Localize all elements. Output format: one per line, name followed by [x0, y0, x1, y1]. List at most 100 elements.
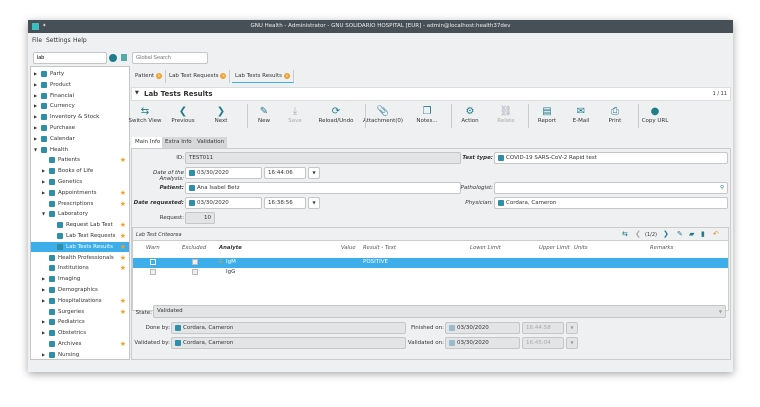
sidebar-item-inventory-stock[interactable]: ▶ Inventory & Stock: [31, 112, 129, 122]
expander-icon[interactable]: ▶: [34, 80, 37, 90]
favorite-star-icon[interactable]: ★: [120, 307, 126, 317]
requested-time-field[interactable]: 16:38:56: [264, 197, 306, 209]
expander-icon[interactable]: ▶: [42, 285, 45, 295]
search-go-icon[interactable]: [109, 54, 117, 62]
next-button[interactable]: ❯ Next: [201, 106, 241, 124]
request-field[interactable]: 10: [185, 212, 215, 224]
close-icon[interactable]: ×: [220, 73, 227, 79]
sidebar-item-product[interactable]: ▶ Product: [31, 80, 129, 90]
expander-icon[interactable]: ▶: [34, 101, 37, 111]
reload-undo-button[interactable]: ⟳ Reload/Undo: [316, 106, 356, 124]
col-lower-limit[interactable]: Lower Limit: [470, 245, 501, 251]
warn-checkbox[interactable]: [150, 269, 156, 275]
close-icon[interactable]: ×: [283, 73, 290, 79]
excluded-checkbox[interactable]: [192, 269, 198, 275]
previous-icon[interactable]: ❮: [635, 230, 641, 238]
save-button[interactable]: ⤓ Save: [275, 106, 315, 124]
collapse-icon[interactable]: ▼: [135, 90, 139, 96]
expander-icon[interactable]: ▶: [42, 166, 45, 176]
print-button[interactable]: ⎙ Print: [595, 106, 635, 124]
open-icon[interactable]: ▰: [689, 230, 694, 238]
favorite-star-icon[interactable]: ★: [120, 263, 126, 273]
patient-field[interactable]: Ana Isabel Betz: [185, 182, 461, 194]
expander-icon[interactable]: ▼: [42, 209, 45, 219]
sidebar-item-imaging[interactable]: ▶ Imaging: [31, 274, 129, 284]
col-remarks[interactable]: Remarks: [650, 245, 673, 251]
favorite-star-icon[interactable]: ★: [120, 242, 126, 252]
global-search-input[interactable]: [132, 52, 208, 64]
sidebar-item-laboratory[interactable]: ▼ Laboratory: [31, 209, 129, 219]
sidebar-item-lab-tests-results[interactable]: Lab Tests Results ★: [31, 241, 129, 252]
switch-view-icon[interactable]: ⇆: [622, 230, 628, 238]
test-type-field[interactable]: COVID-19 SARS-CoV-2 Rapid test: [494, 152, 728, 164]
expander-icon[interactable]: ▶: [42, 328, 45, 338]
pin-icon[interactable]: ✦: [42, 20, 47, 33]
tab-validation[interactable]: Validation: [194, 137, 228, 148]
sidebar-item-obstetrics[interactable]: ▶ Obstetrics: [31, 328, 129, 338]
previous-button[interactable]: ❮ Previous: [163, 106, 203, 124]
expander-icon[interactable]: ▶: [42, 274, 45, 284]
action-button[interactable]: ⚙ Action: [450, 106, 490, 124]
expander-icon[interactable]: ▶: [42, 177, 45, 187]
next-icon[interactable]: ❯: [663, 230, 669, 238]
sidebar-item-institutions[interactable]: Institutions ★: [31, 263, 129, 273]
col-result-text[interactable]: Result - Text: [363, 245, 396, 251]
dropdown-icon[interactable]: ▼: [308, 167, 320, 179]
sidebar-item-pediatrics[interactable]: ▶ Pediatrics: [31, 317, 129, 327]
expander-icon[interactable]: ▶: [42, 317, 45, 327]
sidebar-item-nursing[interactable]: ▶ Nursing: [31, 350, 129, 359]
validated-by-field[interactable]: Cordara, Cameron: [171, 337, 406, 349]
delete-icon[interactable]: ▮: [701, 230, 705, 238]
expander-icon[interactable]: ▼: [34, 145, 37, 155]
sidebar-item-purchase[interactable]: ▶ Purchase: [31, 123, 129, 133]
finished-date-field[interactable]: 03/30/2020: [445, 322, 520, 334]
relate-button[interactable]: ⛓ Relate: [486, 106, 526, 124]
undo-icon[interactable]: ↶: [713, 230, 719, 238]
analysis-date-field[interactable]: 03/30/2020: [185, 167, 262, 179]
dropdown-icon[interactable]: ▼: [566, 337, 578, 349]
expander-icon[interactable]: ▶: [34, 123, 37, 133]
favorite-star-icon[interactable]: ★: [120, 231, 126, 241]
dropdown-icon[interactable]: ▼: [566, 322, 578, 334]
col-warn[interactable]: Warn: [146, 245, 160, 251]
favorite-star-icon[interactable]: ★: [120, 339, 126, 349]
analysis-time-field[interactable]: 16:44:06: [264, 167, 306, 179]
expander-icon[interactable]: ▶: [34, 69, 37, 79]
col-upper-limit[interactable]: Upper Limit: [539, 245, 570, 251]
done-by-field[interactable]: Cordara, Cameron: [171, 322, 406, 334]
expander-icon[interactable]: ▶: [42, 296, 45, 306]
expander-icon[interactable]: ▶: [34, 91, 37, 101]
sidebar-item-patients[interactable]: Patients ★: [31, 155, 129, 165]
physician-field[interactable]: Cordara, Cameron: [494, 197, 728, 209]
favorite-star-icon[interactable]: ★: [120, 253, 126, 263]
sidebar-item-health-professionals[interactable]: Health Professionals ★: [31, 253, 129, 263]
attachment-button[interactable]: 📎 Attachment(0): [363, 106, 403, 124]
tab-main-info[interactable]: Main Info: [132, 137, 164, 148]
id-field[interactable]: TEST011: [185, 152, 461, 164]
sidebar-item-currency[interactable]: ▶ Currency: [31, 101, 129, 111]
favorite-star-icon[interactable]: ★: [120, 220, 126, 230]
favorite-star-icon[interactable]: ★: [120, 188, 126, 198]
warn-checkbox[interactable]: [150, 259, 156, 265]
requested-date-field[interactable]: 03/30/2020: [185, 197, 262, 209]
switch-view-button[interactable]: ⇆ Switch View: [125, 106, 165, 124]
sidebar-item-hospitalizations[interactable]: ▶ Hospitalizations ★: [31, 296, 129, 306]
sidebar-item-surgeries[interactable]: Surgeries ★: [31, 307, 129, 317]
sidebar-item-calendar[interactable]: ▶ Calendar: [31, 134, 129, 144]
sidebar-item-prescriptions[interactable]: Prescriptions ★: [31, 199, 129, 209]
menu-help[interactable]: Help: [73, 37, 87, 44]
notes-button[interactable]: ❐ Notes...: [407, 106, 447, 124]
sidebar-item-demographics[interactable]: ▶ Demographics: [31, 285, 129, 295]
tab-patient[interactable]: Patient ×: [132, 70, 167, 83]
close-icon[interactable]: ×: [156, 73, 163, 79]
tab-extra-info[interactable]: Extra Info: [162, 137, 195, 148]
validated-date-field[interactable]: 03/30/2020: [445, 337, 520, 349]
col-excluded[interactable]: Excluded: [182, 245, 206, 251]
sidebar-item-appointments[interactable]: ▶ Appointments ★: [31, 188, 129, 198]
col-units[interactable]: Units: [574, 245, 588, 251]
tab-lab-test-requests[interactable]: Lab Test Requests ×: [166, 70, 231, 83]
validated-time-field[interactable]: 16:45:04: [522, 337, 564, 349]
sidebar-item-lab-test-requests[interactable]: Lab Test Requests ★: [31, 231, 129, 241]
sidebar-item-archives[interactable]: Archives ★: [31, 339, 129, 349]
state-select[interactable]: Validated ▼: [153, 305, 726, 318]
